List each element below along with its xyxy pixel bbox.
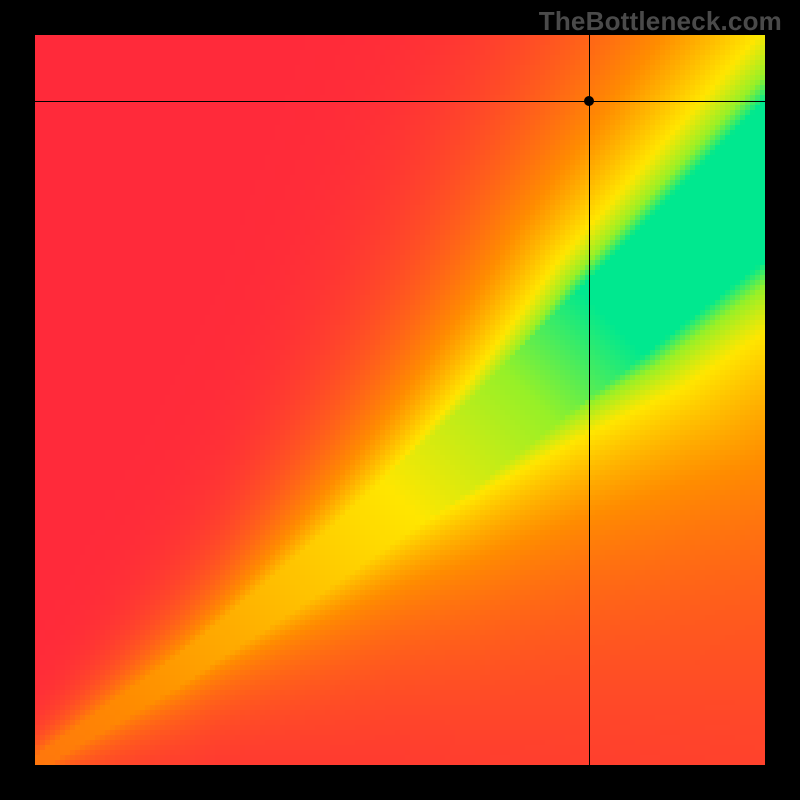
selection-marker [584,96,594,106]
crosshair-vertical [589,35,590,765]
plot-area [35,35,765,765]
crosshair-horizontal [35,101,765,102]
watermark-text: TheBottleneck.com [539,6,782,37]
chart-frame: TheBottleneck.com [0,0,800,800]
bottleneck-heatmap [35,35,765,765]
